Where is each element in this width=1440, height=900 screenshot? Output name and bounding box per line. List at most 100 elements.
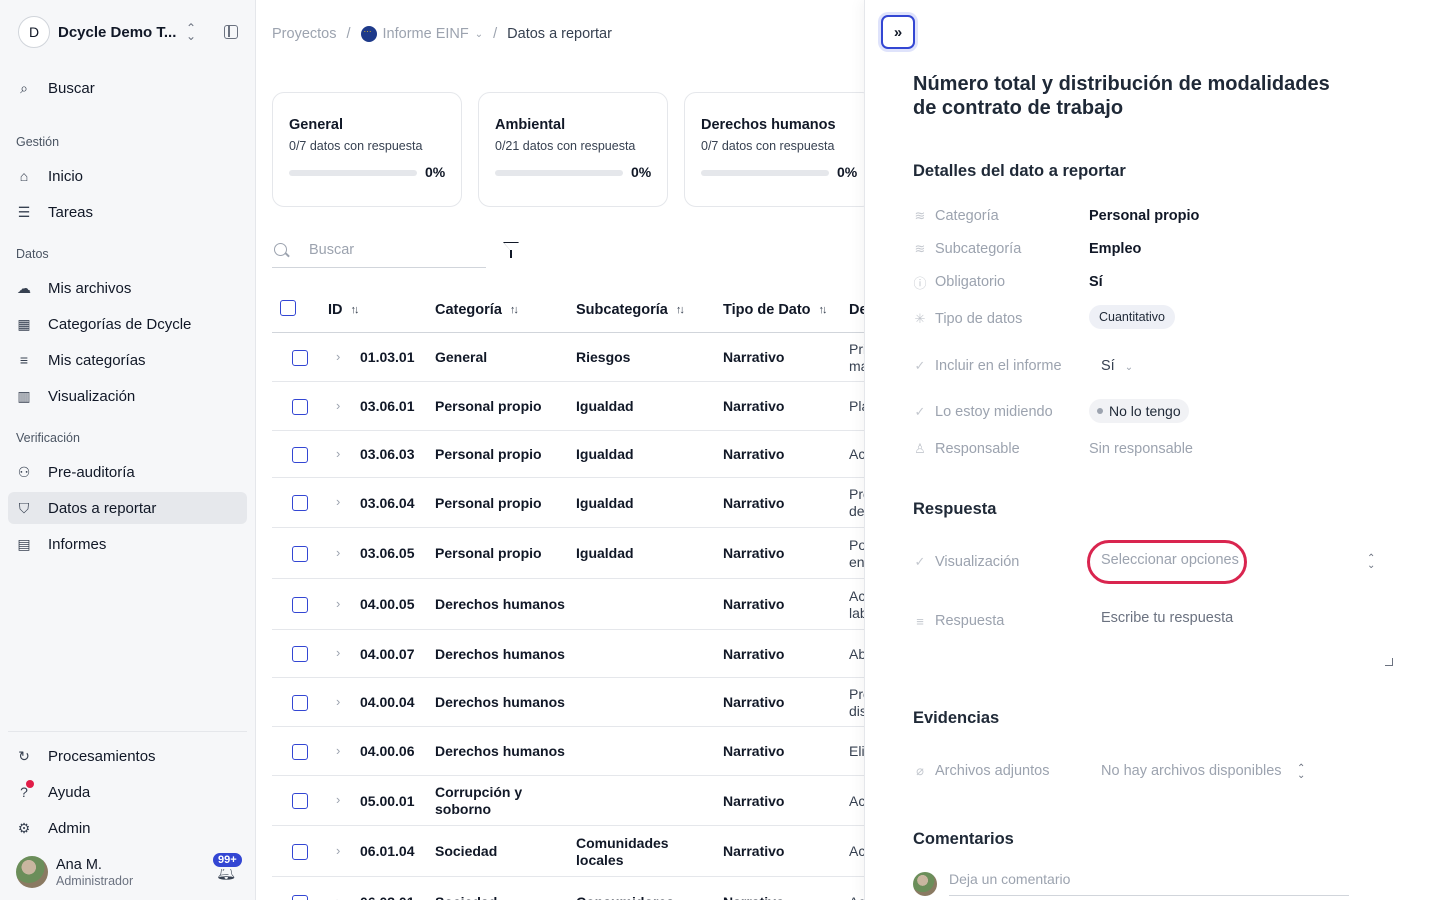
column-header-subcategoria[interactable]: Subcategoría ↑↓: [576, 288, 685, 332]
chevrons-right-icon: »: [893, 23, 903, 41]
progress-card-derechos-humanos[interactable]: Derechos humanos 0/7 datos con respuesta…: [684, 92, 874, 207]
expand-row-icon[interactable]: ›: [336, 349, 340, 364]
expand-row-icon[interactable]: ›: [336, 743, 340, 758]
sidebar-item-categorias-dcycle[interactable]: ▦ Categorías de Dcycle: [8, 308, 247, 340]
row-checkbox[interactable]: [292, 545, 308, 562]
row-checkbox[interactable]: [292, 743, 308, 760]
gear-icon: ⚙: [17, 819, 31, 836]
responsible-select[interactable]: Sin responsable: [1089, 441, 1193, 457]
table-row[interactable]: › 01.03.01 General Riesgos Narrativo Pri ma: [272, 333, 864, 382]
sidebar-item-admin[interactable]: ⚙ Admin: [8, 812, 247, 844]
table-row[interactable]: › 06.01.04 Sociedad Comunidades locales Narr…: [272, 826, 864, 877]
field-label: Lo estoy midiendo: [935, 404, 1053, 420]
table-row[interactable]: › 03.06.04 Personal propio Igualdad Narrativ…: [272, 478, 864, 528]
select-all-checkbox[interactable]: [280, 300, 296, 316]
column-header-categoria[interactable]: Categoría ↑↓: [435, 288, 519, 332]
table-row[interactable]: › 04.00.05 Derechos humanos Narrativo Ac lab: [272, 579, 864, 630]
sidebar-item-label: Pre-auditoría: [48, 463, 135, 481]
row-checkbox[interactable]: [292, 646, 308, 662]
field-label-visualizacion: ✓ Visualización: [913, 552, 1020, 572]
measuring-status-pill[interactable]: No lo tengo: [1089, 399, 1189, 423]
row-checkbox[interactable]: [292, 398, 308, 415]
sidebar-item-tareas[interactable]: ☰ Tareas: [8, 196, 247, 228]
search-icon: ⌕: [20, 79, 28, 96]
collapse-sidebar-icon[interactable]: [224, 25, 238, 39]
column-header-id[interactable]: ID ↑↓: [328, 288, 360, 332]
expand-row-icon[interactable]: ›: [336, 843, 340, 858]
sidebar-item-search[interactable]: ⌕ Buscar: [8, 72, 247, 104]
table-row[interactable]: › 03.06.03 Personal propio Igualdad Narrativ…: [272, 431, 864, 478]
expand-row-icon[interactable]: ›: [336, 494, 340, 509]
row-checkbox[interactable]: [292, 793, 308, 809]
cell-descripcion: Ac lab: [849, 587, 864, 621]
expand-row-icon[interactable]: ›: [336, 792, 340, 807]
sidebar-item-datos-reportar[interactable]: ⛉ Datos a reportar: [8, 492, 247, 524]
cell-descripcion: Pro de: [849, 486, 864, 519]
response-textarea[interactable]: Escribe tu respuesta: [1089, 600, 1393, 666]
row-checkbox[interactable]: [292, 495, 308, 511]
column-header-label: Tipo de Dato: [723, 302, 811, 318]
include-select[interactable]: Sí ⌄: [1101, 358, 1133, 374]
user-profile[interactable]: Ana M. Administrador 🔔︎ 99+: [16, 851, 246, 888]
sidebar-item-pre-auditoria[interactable]: ⚇ Pre-auditoría: [8, 456, 247, 488]
filter-icon[interactable]: [503, 242, 530, 258]
details-heading: Detalles del dato a reportar: [913, 162, 1126, 180]
layers-icon: ≋: [914, 208, 926, 223]
breadcrumb-report[interactable]: Informe EINF: [383, 26, 469, 42]
row-checkbox[interactable]: [292, 694, 308, 711]
textarea-placeholder: Escribe tu respuesta: [1101, 610, 1234, 626]
progress-card-general[interactable]: General 0/7 datos con respuesta 0%: [272, 92, 462, 207]
resize-handle-icon[interactable]: [1385, 658, 1393, 666]
expand-row-icon[interactable]: ›: [336, 596, 340, 611]
comment-input[interactable]: Deja un comentario: [949, 868, 1349, 896]
visualization-select[interactable]: Seleccionar opciones: [1101, 552, 1239, 568]
user-role: Administrador: [56, 873, 134, 888]
table-row[interactable]: › 03.06.01 Personal propio Igualdad Narrativ…: [272, 382, 864, 431]
text-lines-icon: ≡: [916, 613, 924, 629]
expand-row-icon[interactable]: ›: [336, 894, 340, 900]
table-row[interactable]: › 06.03.01 Sociedad Consumidores Narrativo Ac: [272, 877, 864, 900]
table-search: [272, 232, 486, 268]
card-subtitle: 0/7 datos con respuesta: [289, 139, 423, 153]
collapse-panel-button[interactable]: »: [881, 15, 915, 49]
expand-row-icon[interactable]: ›: [336, 398, 340, 413]
expand-row-icon[interactable]: ›: [336, 694, 340, 709]
card-subtitle: 0/21 datos con respuesta: [495, 139, 636, 153]
row-checkbox[interactable]: [292, 894, 308, 900]
row-checkbox[interactable]: [292, 349, 308, 366]
table-row[interactable]: › 03.06.05 Personal propio Igualdad Narrativ…: [272, 528, 864, 579]
column-header-label: Subcategoría: [576, 302, 668, 318]
sidebar-item-mis-archivos[interactable]: ☁ Mis archivos: [8, 272, 247, 304]
sidebar-item-visualizacion[interactable]: ▥ Visualización: [8, 380, 247, 412]
expand-row-icon[interactable]: ›: [336, 446, 340, 461]
table-row[interactable]: › 04.00.06 Derechos humanos Narrativo Eli: [272, 727, 864, 776]
row-checkbox[interactable]: [292, 843, 308, 860]
progress-card-ambiental[interactable]: Ambiental 0/21 datos con respuesta 0%: [478, 92, 668, 207]
sidebar-divider: [8, 731, 247, 732]
sidebar-item-informes[interactable]: ▤ Informes: [8, 528, 247, 560]
row-checkbox[interactable]: [292, 446, 308, 463]
users-icon: ⚇: [17, 463, 31, 480]
row-checkbox[interactable]: [292, 596, 308, 613]
sidebar-item-mis-categorias[interactable]: ≡ Mis categorías: [8, 344, 247, 376]
field-label: Respuesta: [935, 613, 1005, 629]
sidebar-item-label: Tareas: [48, 203, 94, 221]
table-row[interactable]: › 04.00.04 Derechos humanos Narrativo Pro di…: [272, 678, 864, 727]
search-input[interactable]: [309, 241, 469, 258]
expand-row-icon[interactable]: ›: [336, 545, 340, 560]
chevron-down-icon[interactable]: ⌄: [475, 29, 483, 40]
table-row[interactable]: › 05.00.01 Corrupción y soborno Narrativo Ac: [272, 776, 864, 826]
table-row[interactable]: › 04.00.07 Derechos humanos Narrativo Ab: [272, 630, 864, 678]
workspace-switcher[interactable]: D Dcycle Demo T... ⌃ ⌄: [18, 16, 248, 48]
sidebar-item-label: Categorías de Dcycle: [48, 315, 192, 333]
column-header-label: Categoría: [435, 302, 502, 318]
column-header-descripcion[interactable]: De: [849, 288, 864, 332]
sidebar-item-procesamientos[interactable]: ↻ Procesamientos: [8, 740, 247, 772]
attachments-select[interactable]: No hay archivos disponibles: [1101, 763, 1282, 779]
breadcrumb-projects[interactable]: Proyectos: [272, 26, 336, 42]
column-header-tipo[interactable]: Tipo de Dato ↑↓: [723, 288, 828, 332]
sidebar-item-ayuda[interactable]: ? Ayuda: [8, 776, 247, 808]
expand-row-icon[interactable]: ›: [336, 645, 340, 660]
sidebar-item-inicio[interactable]: ⌂ Inicio: [8, 160, 247, 192]
info-circle-icon: ⓘ: [913, 275, 927, 291]
